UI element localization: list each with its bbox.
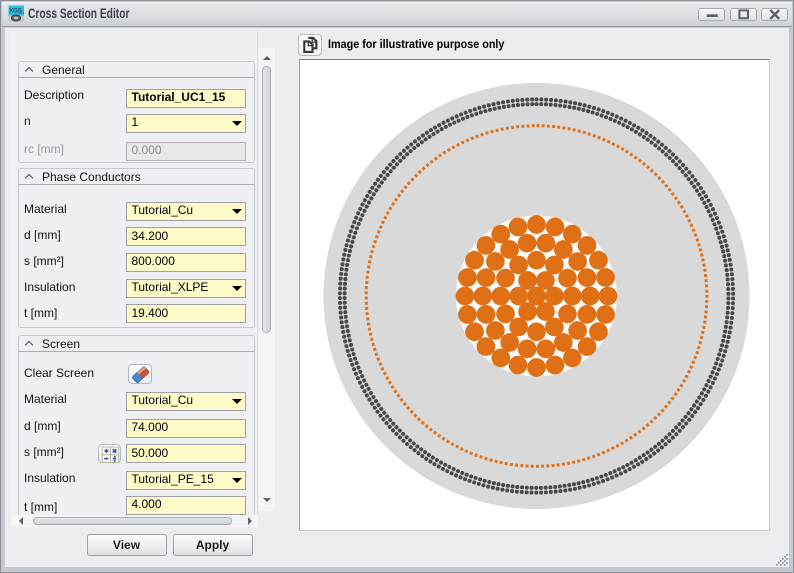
svg-text:cad: cad xyxy=(19,11,25,15)
